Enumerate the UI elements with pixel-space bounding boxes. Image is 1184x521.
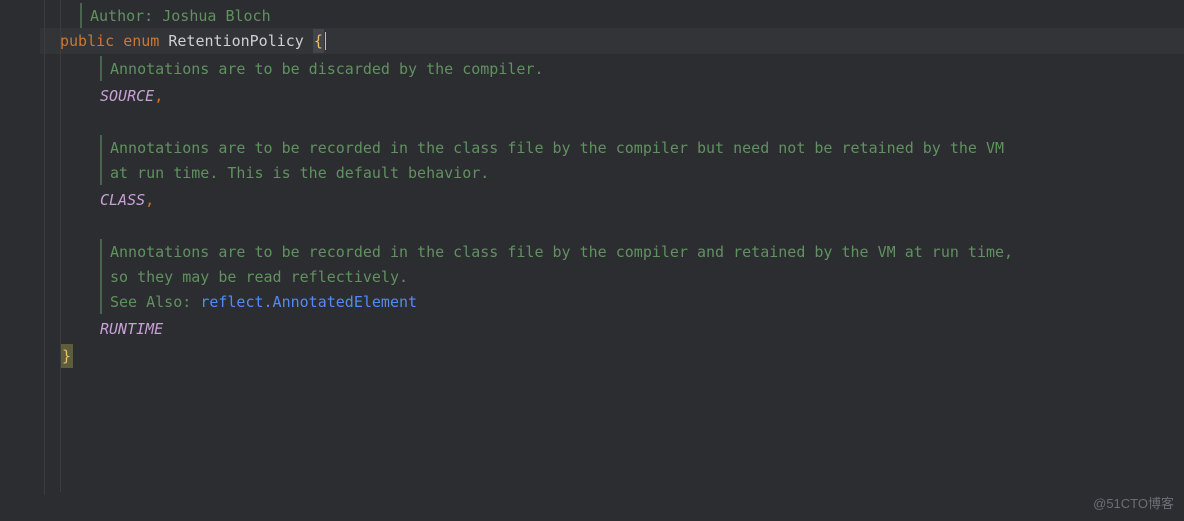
javadoc-class-l1: Annotations are to be recorded in the cl…: [110, 136, 1004, 160]
enum-constant-runtime[interactable]: RUNTIME: [40, 316, 1184, 341]
text-caret: [325, 32, 326, 50]
const-source: SOURCE: [100, 84, 154, 108]
javadoc-runtime-l1: Annotations are to be recorded in the cl…: [110, 240, 1013, 264]
indent-guide-outer: [44, 0, 45, 495]
javadoc-source-block: Annotations are to be discarded by the c…: [100, 56, 1184, 81]
watermark: @51CTO博客: [1093, 494, 1174, 515]
author-label: Author:: [90, 4, 153, 28]
javadoc-class-block: Annotations are to be recorded in the cl…: [100, 135, 1184, 185]
javadoc-runtime-block: Annotations are to be recorded in the cl…: [100, 239, 1184, 314]
author-name: Joshua Bloch: [162, 4, 270, 28]
keyword-public: public: [60, 29, 114, 53]
enum-constant-class[interactable]: CLASS,: [40, 187, 1184, 212]
brace-close: }: [60, 344, 73, 368]
brace-open: {: [313, 29, 324, 53]
enum-constant-source[interactable]: SOURCE,: [40, 83, 1184, 108]
const-runtime: RUNTIME: [100, 317, 163, 341]
javadoc-class-l2: at run time. This is the default behavio…: [110, 161, 489, 185]
const-class: CLASS: [100, 188, 145, 212]
javadoc-source-text: Annotations are to be discarded by the c…: [110, 57, 543, 81]
blank-line: [40, 214, 1184, 239]
comma: ,: [145, 188, 154, 212]
javadoc-author-block: Author: Joshua Bloch: [80, 3, 1184, 28]
enum-signature-line[interactable]: public enum RetentionPolicy {: [40, 28, 1184, 54]
indent-guide-class: [60, 0, 61, 492]
class-name: RetentionPolicy: [168, 29, 303, 53]
keyword-enum: enum: [123, 29, 159, 53]
blank-line: [40, 110, 1184, 135]
javadoc-runtime-l2: so they may be read reflectively.: [110, 265, 408, 289]
comma: ,: [154, 84, 163, 108]
code-editor[interactable]: Author: Joshua Bloch public enum Retenti…: [0, 0, 1184, 368]
see-also-label: See Also:: [110, 290, 191, 314]
closing-brace-line[interactable]: }: [40, 343, 1184, 368]
see-also-link[interactable]: reflect.AnnotatedElement: [200, 290, 417, 314]
